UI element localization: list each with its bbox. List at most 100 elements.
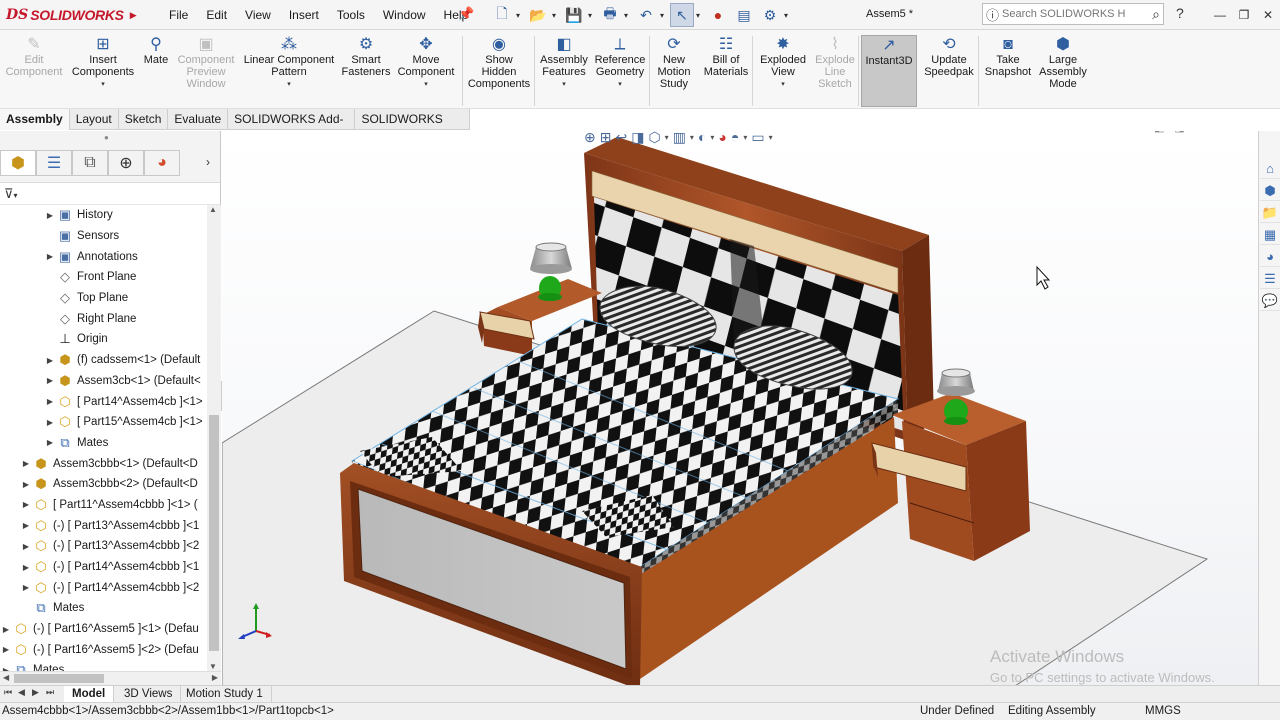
exploded-view-dropdown-icon[interactable]: ▾ xyxy=(781,79,785,91)
viewport-close-icon[interactable]: ✕ xyxy=(1236,131,1245,134)
insert-components-dropdown-icon[interactable]: ▾ xyxy=(101,79,105,91)
pin-menu-icon[interactable]: 📌 xyxy=(458,6,474,22)
tree-node[interactable]: ⊥ Origin xyxy=(0,329,207,350)
tree-node[interactable]: ▣ Sensors xyxy=(0,226,207,247)
tree-node[interactable]: ▶ ⬢ Assem3cbbb<2> (Default<D xyxy=(0,474,207,495)
panel-more-chevron-icon[interactable]: › xyxy=(206,155,210,169)
dimxpert-manager-icon[interactable]: ⊕ xyxy=(108,150,144,176)
view-settings-icon[interactable]: ▭ xyxy=(751,131,764,146)
menu-window[interactable]: Window xyxy=(374,0,435,30)
tab-solidworks-add-ins[interactable]: SOLIDWORKS Add-Ins xyxy=(228,109,356,147)
mate-button[interactable]: ⚲ Mate xyxy=(140,36,172,66)
expand-arrow-icon[interactable]: ▶ xyxy=(0,625,12,634)
apply-scene-icon[interactable]: ◓ xyxy=(731,131,739,145)
logo-menu-arrow-icon[interactable]: ▶ xyxy=(130,10,137,21)
search-icon[interactable]: ⌕ xyxy=(1152,6,1160,23)
expand-arrow-icon[interactable]: ▶ xyxy=(44,356,56,365)
viewport-tile-left-icon[interactable]: ◧ xyxy=(1154,131,1164,134)
tree-node[interactable]: ◇ Right Plane xyxy=(0,308,207,329)
tree-node[interactable]: ▶ ⧉ Mates xyxy=(0,433,207,454)
section-view-icon[interactable]: ◨ xyxy=(631,131,644,146)
print-dropdown-icon[interactable]: ▾ xyxy=(624,11,632,20)
help-search-input[interactable] xyxy=(1002,8,1127,20)
zoom-to-fit-icon[interactable]: ⊕ xyxy=(584,131,596,146)
edit-component-button[interactable]: ✎ Edit Component xyxy=(2,36,66,78)
viewport-tile-right-icon[interactable]: ◨ xyxy=(1174,131,1184,134)
component-preview-button[interactable]: ▣ Component Preview Window xyxy=(174,36,238,90)
open-dropdown-icon[interactable]: ▾ xyxy=(552,11,560,20)
expand-arrow-icon[interactable]: ▶ xyxy=(20,459,32,468)
expand-arrow-icon[interactable]: ▶ xyxy=(44,211,56,220)
view-orientation-icon[interactable]: ⬡ xyxy=(648,131,660,146)
expand-arrow-icon[interactable]: ▶ xyxy=(20,542,32,551)
bed-assembly-model[interactable] xyxy=(222,131,1258,685)
expand-arrow-icon[interactable]: ▶ xyxy=(0,645,12,654)
rebuild-traffic-light-icon[interactable]: ● xyxy=(706,3,730,27)
tab-assembly[interactable]: Assembly xyxy=(0,109,70,130)
expand-arrow-icon[interactable]: ▶ xyxy=(44,376,56,385)
select-arrow-icon[interactable]: ↖ xyxy=(670,3,694,27)
tab-sketch[interactable]: Sketch xyxy=(118,109,169,130)
options-gear-icon[interactable]: ⚙ xyxy=(758,3,782,27)
expand-arrow-icon[interactable]: ▶ xyxy=(44,397,56,406)
hide-show-dropdown-icon[interactable]: ▾ xyxy=(710,133,714,142)
expand-arrow-icon[interactable]: ▶ xyxy=(20,563,32,572)
expand-arrow-icon[interactable]: ▶ xyxy=(20,521,32,530)
tab-layout[interactable]: Layout xyxy=(69,109,119,130)
expand-arrow-icon[interactable]: ▶ xyxy=(44,418,56,427)
file-explorer-icon[interactable]: 📁 xyxy=(1260,203,1280,223)
tree-horizontal-scrollbar[interactable]: ◀ ▶ xyxy=(0,671,221,685)
save-dropdown-icon[interactable]: ▾ xyxy=(588,11,596,20)
viewport-minimize-icon[interactable]: — xyxy=(1195,131,1206,134)
open-folder-icon[interactable]: 📂 xyxy=(526,3,550,27)
save-icon[interactable]: 💾 xyxy=(562,3,586,27)
tree-filter-icon[interactable]: ⊽▾ xyxy=(0,183,220,205)
tree-node[interactable]: ▶ ⬢ Assem3cbbb<1> (Default<D xyxy=(0,453,207,474)
tree-node[interactable]: ▶ ⧉ Mates xyxy=(0,660,207,671)
graphics-area[interactable]: ⊕ ⊞ ↩ ◨ ⬡ ▾ ▥ ▾ ◐ ▾ ◕ ◓ ▾ ▭ ▾ ◧ ◨ — ❐ ✕ Activ… xyxy=(222,131,1258,685)
tab-motion-study-1[interactable]: Motion Study 1 xyxy=(178,686,272,703)
menu-insert[interactable]: Insert xyxy=(280,0,328,30)
minimize-icon[interactable]: — xyxy=(1208,8,1232,22)
design-library-icon[interactable]: ⬢ xyxy=(1260,181,1280,201)
menu-edit[interactable]: Edit xyxy=(197,0,236,30)
tree-node[interactable]: ◇ Top Plane xyxy=(0,288,207,309)
display-style-icon[interactable]: ▥ xyxy=(673,131,686,146)
assembly-features-dropdown-icon[interactable]: ▾ xyxy=(562,79,566,91)
new-motion-study-button[interactable]: ⟳ New Motion Study xyxy=(652,36,696,90)
expand-arrow-icon[interactable]: ▶ xyxy=(20,583,32,592)
property-manager-icon[interactable]: ☰ xyxy=(36,150,72,176)
undo-icon[interactable]: ↶ xyxy=(634,3,658,27)
exploded-view-button[interactable]: ✸ Exploded View ▾ xyxy=(756,36,810,91)
view-settings-dropdown-icon[interactable]: ▾ xyxy=(769,133,773,142)
tree-node[interactable]: ▶ ⬡ [ Part15^Assem4cb ]<1> xyxy=(0,412,207,433)
last-tab-icon[interactable]: ⏭ xyxy=(46,687,54,698)
menu-tools[interactable]: Tools xyxy=(328,0,374,30)
tab-model[interactable]: Model xyxy=(64,686,115,703)
panel-grip-icon[interactable]: ● xyxy=(104,133,109,142)
hide-show-items-icon[interactable]: ◐ xyxy=(698,131,706,145)
scroll-up-icon[interactable]: ▲ xyxy=(209,205,217,214)
menu-file[interactable]: File xyxy=(160,0,197,30)
tree-node[interactable]: ▶ ⬡ (-) [ Part16^Assem5 ]<2> (Defau xyxy=(0,639,207,660)
viewport-restore-icon[interactable]: ❐ xyxy=(1216,131,1226,134)
solidworks-logo[interactable]: DS SOLIDWORKS ▶ xyxy=(6,3,144,27)
view-palette-icon[interactable]: ▦ xyxy=(1260,225,1280,245)
reference-geometry-dropdown-icon[interactable]: ▾ xyxy=(618,79,622,91)
file-properties-icon[interactable]: ▤ xyxy=(732,3,756,27)
linear-pattern-button[interactable]: ⁂ Linear Component Pattern ▾ xyxy=(240,36,338,91)
restore-icon[interactable]: ❐ xyxy=(1232,8,1256,22)
expand-arrow-icon[interactable]: ▶ xyxy=(44,438,56,447)
tree-node[interactable]: ▶ ⬡ (-) [ Part13^Assem4cbbb ]<1 xyxy=(0,515,207,536)
show-hidden-button[interactable]: ◉ Show Hidden Components xyxy=(465,36,533,90)
tree-node[interactable]: ⧉ Mates xyxy=(0,598,207,619)
expand-arrow-icon[interactable]: ▶ xyxy=(44,252,56,261)
tree-node[interactable]: ▶ ⬢ Assem3cb<1> (Default< xyxy=(0,371,207,392)
take-snapshot-button[interactable]: ◙ Take Snapshot xyxy=(982,36,1034,78)
tree-node[interactable]: ▶ ▣ History xyxy=(0,205,207,226)
smart-fasteners-button[interactable]: ⚙ Smart Fasteners xyxy=(342,36,391,78)
view-orientation-dropdown-icon[interactable]: ▾ xyxy=(665,133,669,142)
tab-3d-views[interactable]: 3D Views xyxy=(116,686,182,703)
expand-arrow-icon[interactable]: ▶ xyxy=(20,500,32,509)
bill-of-materials-button[interactable]: ☷ Bill of Materials xyxy=(700,36,752,78)
